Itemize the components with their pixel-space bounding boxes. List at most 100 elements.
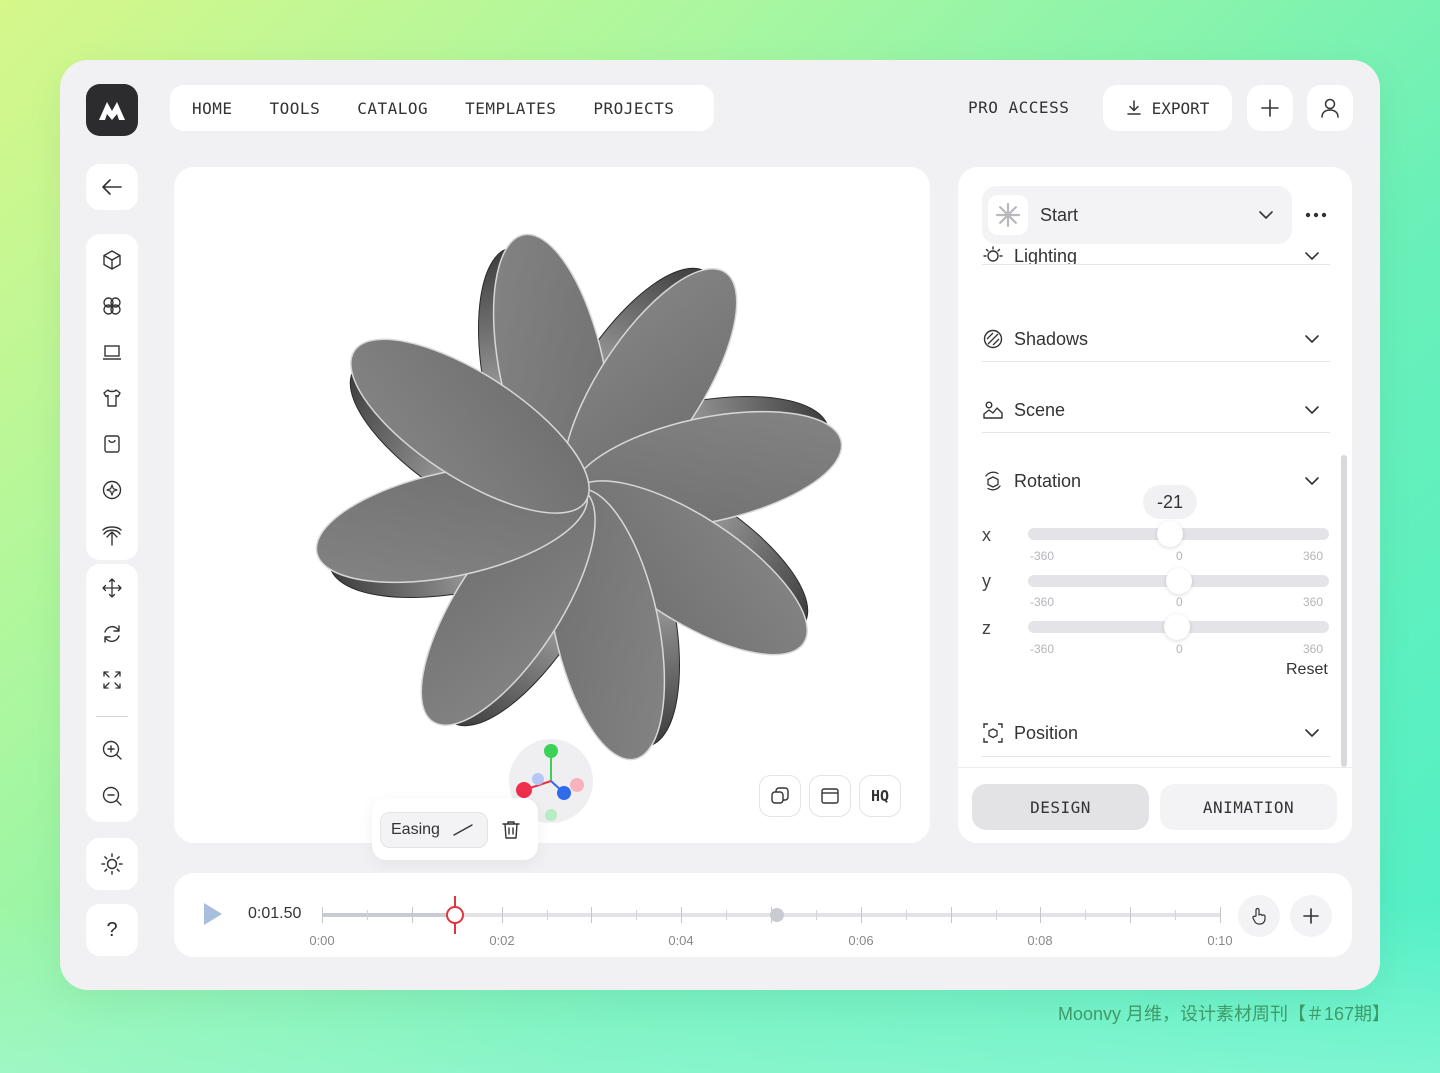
tshirt-icon[interactable] [100,386,124,410]
rotate-icon[interactable] [100,622,124,646]
scale-icon[interactable] [100,668,124,692]
sun-icon [101,853,123,875]
export-button[interactable]: EXPORT [1103,85,1232,131]
tab-animation[interactable]: ANIMATION [1160,784,1337,830]
duplicate-button[interactable] [759,775,801,817]
3d-viewport[interactable]: HQ [174,167,930,843]
tab-design[interactable]: DESIGN [972,784,1149,830]
move-icon[interactable] [100,576,124,600]
section-lighting[interactable]: Lighting [982,244,1330,264]
linear-curve-icon [453,824,473,836]
nav-projects[interactable]: PROJECTS [593,99,674,118]
object-toolbar [86,234,138,560]
current-time: 0:01.50 [248,905,302,922]
help-label: ? [106,918,118,941]
reset-rotation-button[interactable]: Reset [1286,661,1328,679]
rotation-y-slider[interactable] [1028,568,1329,594]
panel-divider [982,432,1330,433]
nav-catalog[interactable]: CATALOG [357,99,428,118]
nav-home[interactable]: HOME [192,99,233,118]
copy-icon [771,787,789,804]
position-label: Position [1014,722,1079,743]
x-max-label: 360 [1303,549,1324,563]
easing-label: Easing [391,821,440,838]
keyframe-tool-button[interactable] [1238,895,1280,937]
timeline-minor-tick [1085,910,1087,920]
time-label: 0:08 [1027,933,1053,948]
upload-tree-icon[interactable] [100,524,124,548]
axis-z-label: z [982,618,991,638]
timeline-minor-tick [546,910,548,920]
pro-access-link[interactable]: PRO ACCESS [968,98,1069,117]
position-target-icon [983,723,1003,743]
axis-y-label: y [982,571,991,591]
zoom-in-icon[interactable] [100,738,124,762]
timeline-major-tick [411,907,413,923]
timeline-major-tick [501,907,503,923]
logo-mark-icon [99,102,125,120]
timeline-minor-tick [726,910,728,920]
playhead-handle[interactable] [446,906,464,924]
nav-tools[interactable]: TOOLS [270,99,321,118]
preset-dropdown[interactable]: Start [982,186,1292,244]
slider-knob[interactable] [1165,568,1192,594]
play-button[interactable] [202,901,226,929]
back-button[interactable] [86,164,138,210]
chevron-down-icon [1305,477,1319,485]
panel-divider [982,264,1330,265]
timeline-major-tick [1130,907,1132,923]
rotation-z-slider[interactable] [1028,614,1329,640]
section-scene[interactable]: Scene [982,390,1330,430]
section-position[interactable]: Position [982,713,1330,753]
download-icon [1126,100,1141,115]
time-label: 0:06 [848,933,874,948]
chevron-down-icon [1305,406,1319,414]
timeline-progress [322,913,456,917]
plus-icon [1303,908,1319,924]
slider-knob[interactable] [1164,614,1191,640]
time-label: 0:04 [668,933,694,948]
slider-knob[interactable] [1156,521,1183,547]
bag-icon[interactable] [100,432,124,456]
frame-button[interactable] [809,775,851,817]
time-label: 0:10 [1207,933,1233,948]
arrow-left-icon [102,179,122,195]
timeline-minor-tick [815,910,817,920]
keyframe-marker[interactable] [770,908,784,922]
scene-label: Scene [1014,399,1066,420]
app-logo[interactable] [86,84,138,136]
preset-label: Start [1040,204,1079,225]
section-shadows[interactable]: Shadows [982,319,1330,359]
theme-toggle-button[interactable] [86,838,138,890]
delete-keyframe-button[interactable] [500,819,524,843]
zoom-out-icon[interactable] [100,784,124,808]
hq-label: HQ [870,787,890,805]
x-mid-label: 0 [1176,549,1183,563]
add-keyframe-button[interactable] [1290,895,1332,937]
cube-icon[interactable] [100,248,124,272]
nav-templates[interactable]: TEMPLATES [465,99,556,118]
easing-selector[interactable]: Easing [380,812,488,848]
timeline-minor-tick [1175,910,1177,920]
timeline-major-tick [1040,907,1042,923]
timeline-major-tick [860,907,862,923]
help-button[interactable]: ? [86,904,138,956]
hq-toggle-button[interactable]: HQ [859,775,901,817]
flower-shape-icon[interactable] [100,294,124,318]
x-min-label: -360 [1030,549,1055,563]
timeline-major-tick [591,907,593,923]
add-button[interactable] [1247,85,1293,131]
sparkle-circle-icon[interactable] [100,478,124,502]
panel-divider [982,361,1330,362]
more-options-button[interactable] [1302,203,1330,227]
y-min-label: -360 [1030,595,1055,609]
flower-3d-model[interactable] [174,167,930,843]
rotation-x-slider[interactable] [1028,521,1329,547]
timeline-minor-tick [995,910,997,920]
account-button[interactable] [1307,85,1353,131]
shadows-label: Shadows [1014,328,1089,349]
laptop-icon[interactable] [100,340,124,364]
timeline-minor-tick [636,910,638,920]
chevron-down-icon [1305,335,1319,343]
top-navigation: HOME TOOLS CATALOG TEMPLATES PROJECTS [170,85,714,131]
